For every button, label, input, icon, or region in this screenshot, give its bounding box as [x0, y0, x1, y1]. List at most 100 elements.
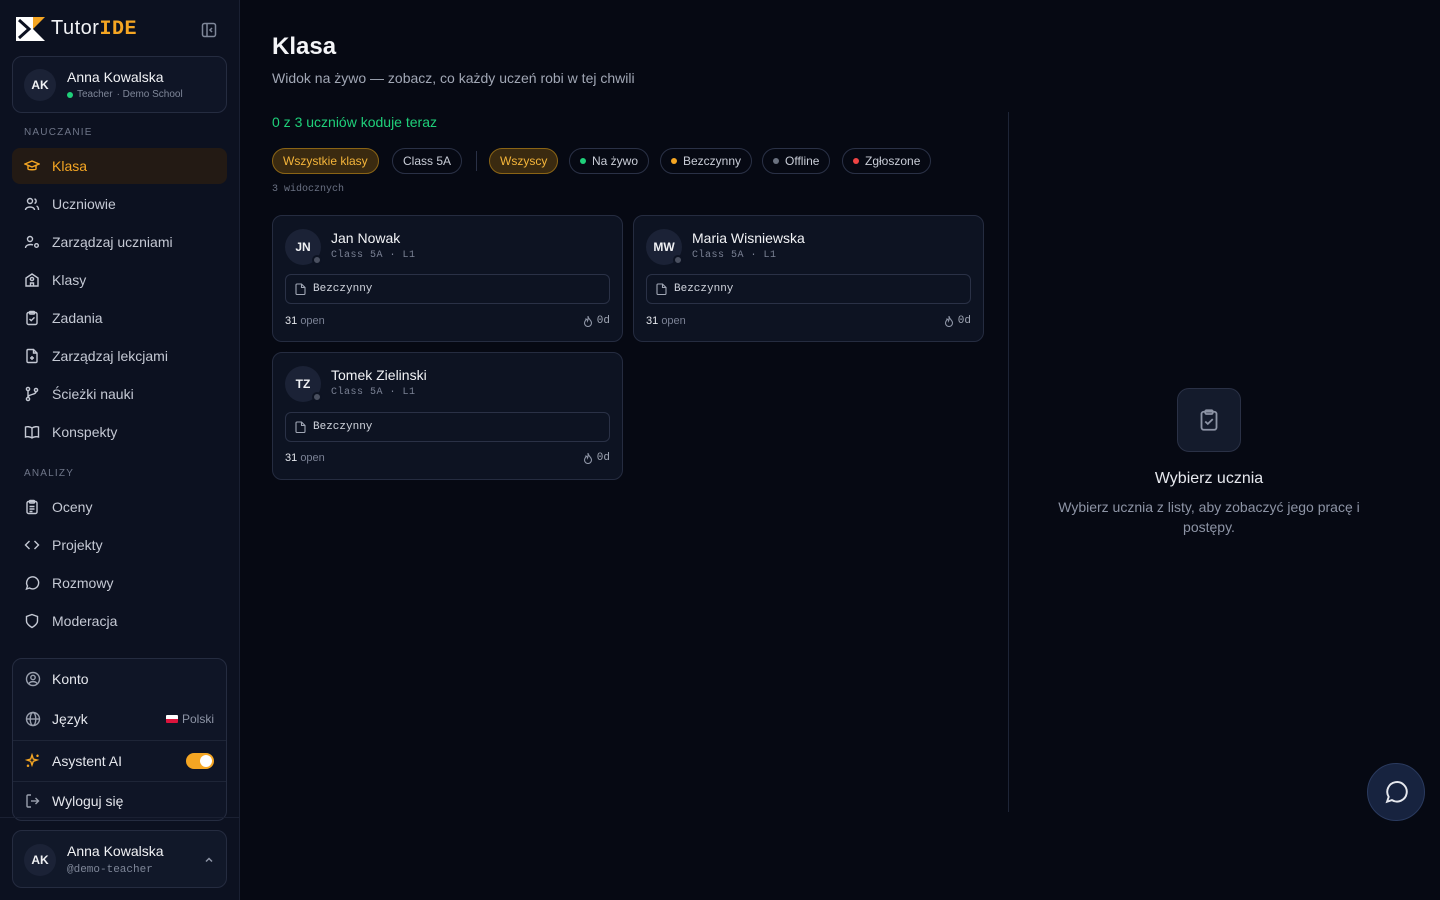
sidebar-item-klasy[interactable]: Klasy	[12, 262, 227, 298]
avatar: AK	[24, 844, 56, 876]
empty-state-description: Wybierz ucznia z listy, aby zobaczyć jeg…	[1058, 499, 1360, 535]
app-logo[interactable]: TutorIDE	[16, 17, 137, 41]
user-cog-icon	[24, 235, 39, 249]
filter-status-all[interactable]: Wszyscy	[489, 148, 559, 174]
empty-state-icon-box	[1177, 388, 1241, 452]
sidebar-item-uczniowie[interactable]: Uczniowie	[12, 186, 227, 222]
sidebar-item-zarzadzaj-lekcjami[interactable]: Zarządzaj lekcjami	[12, 338, 227, 374]
menu-item-asystent-ai[interactable]: Asystent AI	[13, 741, 226, 781]
sidebar-item-sciezki-nauki[interactable]: Ścieżki nauki	[12, 376, 227, 412]
filter-status-idle[interactable]: Bezczynny	[660, 148, 753, 174]
sidebar-item-klasa[interactable]: Klasa	[12, 148, 227, 184]
chevron-up-icon	[205, 857, 213, 863]
student-class: Class 5A · L1	[331, 250, 416, 261]
user-handle: @demo-teacher	[67, 864, 153, 876]
student-card[interactable]: TZ Tomek Zielinski Class 5A · L1 Bezczyn…	[272, 352, 623, 480]
book-open-icon	[24, 426, 40, 439]
flame-icon	[944, 315, 953, 327]
filter-status-offline[interactable]: Offline	[762, 148, 831, 174]
message-circle-icon	[25, 576, 40, 591]
student-class: Class 5A · L1	[692, 250, 777, 261]
flame-icon	[583, 315, 592, 327]
user-profile-card[interactable]: AK Anna Kowalska Teacher · Demo School	[12, 56, 227, 113]
file-plus-icon	[26, 348, 38, 364]
flagged-dot	[853, 158, 859, 164]
page-subtitle: Widok na żywo — zobacz, co każdy uczeń r…	[272, 70, 635, 86]
streak: 0d	[944, 315, 971, 327]
language-value: Polski	[165, 712, 214, 726]
user-menu: Konto Język Polski Asystent AI Wyloguj s…	[12, 658, 227, 821]
users-icon	[24, 197, 40, 211]
student-card[interactable]: MW Maria Wisniewska Class 5A · L1 Bezczy…	[633, 215, 984, 342]
idle-dot	[671, 158, 677, 164]
file-icon	[295, 283, 306, 295]
poland-flag-icon	[165, 715, 178, 723]
ai-assistant-toggle[interactable]	[186, 753, 214, 769]
sidebar-item-projekty[interactable]: Projekty	[12, 527, 227, 563]
clipboard-list-icon	[26, 499, 38, 515]
student-name: Maria Wisniewska	[692, 230, 805, 246]
sidebar-item-oceny[interactable]: Oceny	[12, 489, 227, 525]
student-card[interactable]: JN Jan Nowak Class 5A · L1 Bezczynny 31 …	[272, 215, 623, 342]
filter-all-classes[interactable]: Wszystkie klasy	[272, 148, 379, 174]
logo-icon	[16, 17, 45, 41]
sidebar-item-moderacja[interactable]: Moderacja	[12, 603, 227, 639]
user-account-switcher[interactable]: AK Anna Kowalska @demo-teacher	[12, 830, 227, 888]
school-icon	[25, 273, 39, 287]
section-teaching-heading: NAUCZANIE	[24, 127, 93, 138]
section-analytics-heading: ANALIZY	[24, 468, 75, 479]
chat-button[interactable]	[1367, 763, 1425, 821]
main-content: Klasa Widok na żywo — zobacz, co każdy u…	[240, 0, 1440, 900]
avatar: AK	[24, 69, 56, 101]
student-name: Jan Nowak	[331, 230, 401, 246]
filter-divider	[476, 151, 477, 171]
student-activity: Bezczynny	[285, 412, 610, 442]
offline-dot	[773, 158, 779, 164]
sidebar-item-rozmowy[interactable]: Rozmowy	[12, 565, 227, 601]
streak: 0d	[583, 452, 610, 464]
filter-status-live[interactable]: Na żywo	[569, 148, 650, 174]
file-icon	[295, 421, 306, 433]
clipboard-check-icon	[1200, 409, 1218, 431]
sidebar: TutorIDE AK Anna Kowalska Teacher · Demo …	[0, 0, 240, 900]
open-count: 31 open	[285, 452, 325, 464]
student-activity: Bezczynny	[285, 274, 610, 304]
offline-status-dot	[312, 255, 322, 265]
student-class: Class 5A · L1	[331, 387, 416, 398]
live-dot	[580, 158, 586, 164]
empty-state-title: Wybierz ucznia	[1154, 470, 1264, 487]
panel-divider	[1008, 112, 1009, 812]
user-role: Teacher · Demo School	[67, 89, 183, 100]
user-name: Anna Kowalska	[67, 69, 164, 85]
sparkles-icon	[25, 753, 40, 768]
online-dot	[67, 91, 73, 98]
sidebar-divider	[0, 817, 239, 818]
clipboard-icon	[26, 310, 38, 326]
git-branch-icon	[25, 386, 39, 402]
user-name: Anna Kowalska	[67, 843, 164, 859]
streak: 0d	[583, 315, 610, 327]
page-title: Klasa	[272, 33, 337, 60]
open-count: 31 open	[285, 315, 325, 327]
sidebar-item-konspekty[interactable]: Konspekty	[12, 414, 227, 450]
sidebar-item-zarzadzaj-uczniami[interactable]: Zarządzaj uczniami	[12, 224, 227, 260]
visible-count: 3 widocznych	[272, 184, 345, 195]
student-name: Tomek Zielinski	[331, 367, 427, 383]
coding-status: 0 z 3 uczniów koduje teraz	[272, 114, 437, 130]
open-count: 31 open	[646, 315, 686, 327]
menu-item-wyloguj[interactable]: Wyloguj się	[13, 781, 226, 821]
globe-icon	[25, 711, 41, 727]
log-out-icon	[26, 794, 40, 808]
shield-icon	[25, 613, 39, 629]
menu-item-jezyk[interactable]: Język Polski	[13, 699, 226, 739]
message-circle-icon	[1385, 781, 1408, 804]
flame-icon	[583, 452, 592, 464]
graduation-cap-icon	[24, 160, 40, 171]
menu-item-konto[interactable]: Konto	[13, 659, 226, 699]
filter-class-5a[interactable]: Class 5A	[392, 148, 463, 174]
file-icon	[656, 283, 667, 295]
filter-status-flagged[interactable]: Zgłoszone	[842, 148, 932, 174]
offline-status-dot	[312, 392, 322, 402]
collapse-sidebar-icon[interactable]	[200, 21, 218, 39]
sidebar-item-zadania[interactable]: Zadania	[12, 300, 227, 336]
